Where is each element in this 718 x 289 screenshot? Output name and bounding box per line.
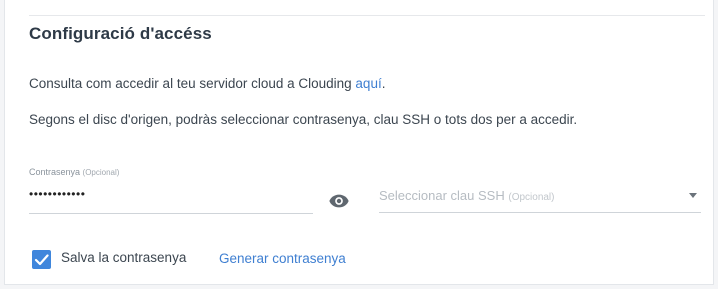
ssh-key-placeholder-optional: (Opcional)	[508, 192, 555, 203]
intro-text: Consulta com accedir al teu servidor clo…	[29, 76, 356, 91]
password-label: Contrasenya (Opcional)	[29, 167, 119, 177]
help-link[interactable]: aquí	[355, 76, 381, 91]
password-input[interactable]: ••••••••••••	[29, 187, 85, 201]
generate-password-link[interactable]: Generar contrasenya	[219, 251, 346, 266]
password-field[interactable]: Contrasenya (Opcional) ••••••••••••	[29, 167, 313, 214]
check-icon	[34, 254, 49, 266]
eye-icon[interactable]	[328, 190, 350, 212]
ssh-key-placeholder-text: Seleccionar clau SSH	[379, 188, 505, 203]
ssh-key-select[interactable]: Seleccionar clau SSH (Opcional)	[379, 178, 701, 213]
access-config-card: Configuració d'accéss Consulta com acced…	[4, 0, 714, 285]
save-password-label[interactable]: Salva la contrasenya	[61, 250, 186, 265]
intro-paragraph: Consulta com accedir al teu servidor clo…	[29, 76, 385, 91]
divider	[29, 15, 705, 16]
ssh-key-placeholder: Seleccionar clau SSH (Opcional)	[379, 188, 555, 203]
password-label-text: Contrasenya	[29, 167, 81, 177]
password-label-optional: (Opcional)	[82, 168, 120, 177]
info-paragraph: Segons el disc d'origen, podràs seleccio…	[29, 112, 578, 127]
caret-down-icon[interactable]	[689, 193, 697, 198]
intro-end: .	[381, 76, 386, 91]
save-password-checkbox[interactable]	[32, 250, 51, 269]
section-title: Configuració d'accéss	[29, 24, 212, 43]
